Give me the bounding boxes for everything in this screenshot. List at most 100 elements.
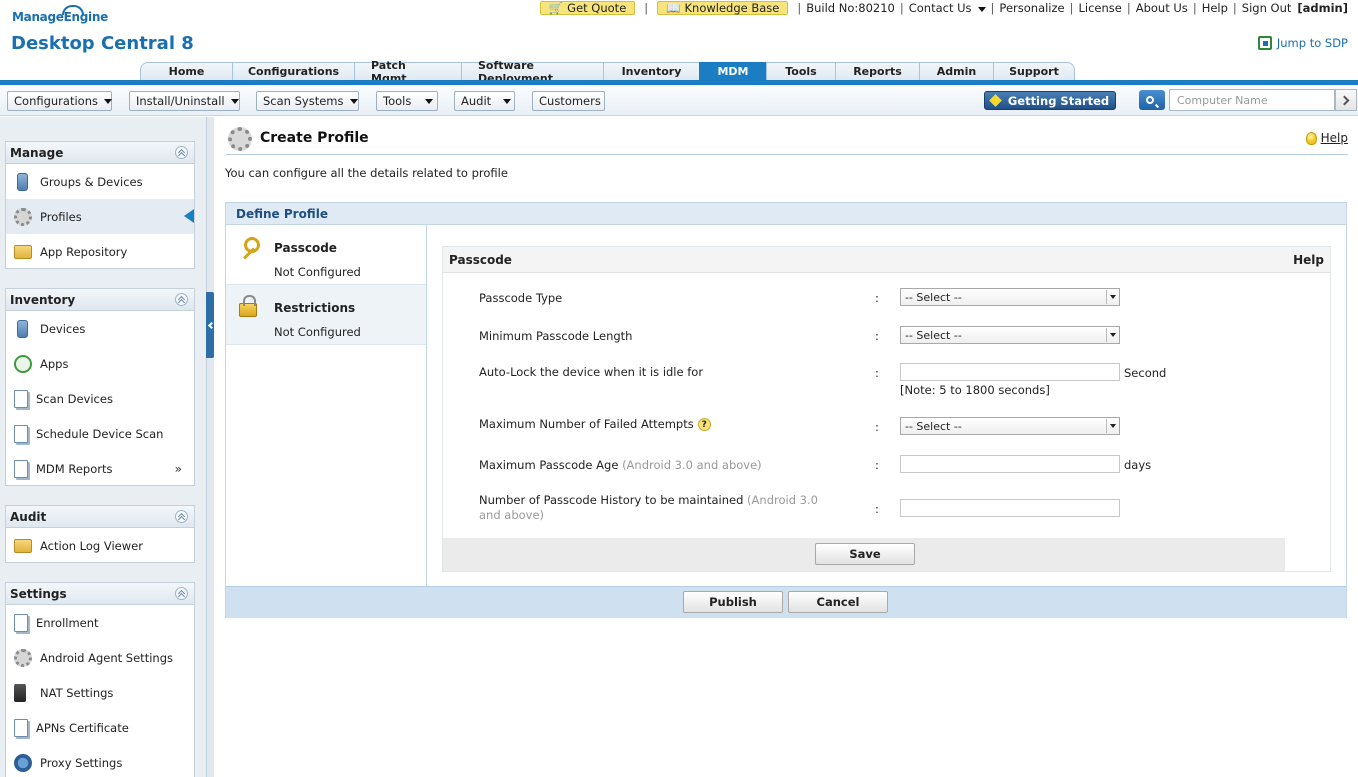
chevron-down-icon (977, 7, 986, 12)
collapse-icon[interactable] (175, 510, 188, 523)
min-passcode-length-label: Minimum Passcode Length (479, 329, 633, 343)
tab-patch-mgmt[interactable]: Patch Mgmt (354, 59, 462, 85)
personalize-link[interactable]: Personalize (999, 1, 1064, 15)
help-link[interactable]: Help (1202, 1, 1228, 15)
sidebar-item-profiles[interactable]: Profiles (6, 199, 194, 234)
search-type-button[interactable] (1139, 90, 1165, 110)
sidebar-item-schedule-device-scan[interactable]: Schedule Device Scan (6, 416, 194, 451)
panel-header[interactable]: Inventory (6, 289, 194, 311)
diamond-icon (988, 94, 1002, 107)
payload-restrictions[interactable]: Restrictions Not Configured (226, 285, 426, 345)
scan-icon (14, 389, 28, 408)
panel-header[interactable]: Manage (6, 142, 194, 164)
collapse-icon[interactable] (175, 587, 188, 600)
chevron-down-icon (425, 98, 434, 104)
report-icon (14, 459, 28, 478)
tab-admin[interactable]: Admin (919, 62, 994, 80)
customers-button[interactable]: Customers (532, 91, 605, 111)
expand-icon[interactable]: » (175, 462, 182, 476)
payload-status: Not Configured (274, 325, 361, 339)
collapse-icon[interactable] (175, 146, 188, 159)
search-go-button[interactable] (1335, 89, 1357, 111)
question-mark-icon[interactable]: ? (697, 418, 711, 431)
passcode-history-input[interactable] (900, 499, 1120, 517)
brand-logo[interactable]: ManageEngine (12, 5, 108, 24)
page-description: You can configure all the details relate… (225, 166, 508, 180)
title-divider (226, 154, 1348, 155)
tab-inventory[interactable]: Inventory (603, 62, 700, 80)
sidebar-item-devices[interactable]: Devices (6, 311, 194, 346)
chevron-down-icon (103, 98, 112, 104)
sidebar-item-apps[interactable]: Apps (6, 346, 194, 381)
sidebar-item-android-agent-settings[interactable]: Android Agent Settings (6, 640, 194, 675)
sidebar-item-scan-devices[interactable]: Scan Devices (6, 381, 194, 416)
tab-tools[interactable]: Tools (766, 62, 836, 80)
tab-home[interactable]: Home (140, 62, 233, 80)
audit-panel: Audit Action Log Viewer (5, 505, 195, 563)
audit-menu[interactable]: Audit (454, 91, 515, 111)
device-icon (17, 319, 28, 338)
passcode-type-select[interactable]: -- Select -- (900, 288, 1120, 306)
passcode-help-link[interactable]: Help (1293, 253, 1324, 267)
knowledge-base-button[interactable]: 📖 Knowledge Base (657, 1, 789, 15)
auto-lock-input[interactable] (900, 363, 1120, 381)
publish-button[interactable]: Publish (683, 591, 783, 613)
sidebar-item-mdm-reports[interactable]: MDM Reports» (6, 451, 194, 486)
chevron-down-icon (1106, 419, 1118, 433)
tab-reports[interactable]: Reports (835, 62, 920, 80)
sign-out-link[interactable]: Sign Out (1242, 1, 1292, 15)
get-quote-button[interactable]: 🛒 Get Quote (539, 1, 636, 15)
min-passcode-length-select[interactable]: -- Select -- (900, 326, 1120, 344)
tab-mdm[interactable]: MDM (699, 62, 767, 80)
jump-to-sdp-link[interactable]: Jump to SDP (1257, 36, 1348, 50)
sidebar-item-enrollment[interactable]: Enrollment (6, 605, 194, 640)
computer-search-input[interactable] (1169, 89, 1335, 111)
configurations-menu[interactable]: Configurations (7, 91, 112, 111)
save-bar: Save (443, 538, 1285, 571)
about-us-link[interactable]: About Us (1136, 1, 1188, 15)
tab-configurations[interactable]: Configurations (232, 62, 355, 80)
sidebar-item-apns-certificate[interactable]: APNs Certificate (6, 710, 194, 745)
sidebar-item-action-log-viewer[interactable]: Action Log Viewer (6, 528, 194, 563)
panel-header[interactable]: Settings (6, 583, 194, 605)
page-title: Create Profile (260, 130, 369, 146)
license-link[interactable]: License (1079, 1, 1122, 15)
lightbulb-icon (1305, 131, 1317, 145)
inventory-panel: Inventory Devices Apps Scan Devices Sche… (5, 288, 195, 486)
chevron-down-icon (230, 98, 239, 104)
save-button[interactable]: Save (815, 543, 915, 565)
top-links: 🛒 Get Quote | 📖 Knowledge Base | Build N… (536, 1, 1348, 15)
action-bar: Publish Cancel (226, 586, 1346, 618)
scan-systems-menu[interactable]: Scan Systems (256, 91, 359, 111)
tab-software-deployment[interactable]: Software Deployment (461, 59, 604, 85)
sidebar-item-groups-devices[interactable]: Groups & Devices (6, 164, 194, 199)
proxy-icon (14, 753, 32, 772)
tab-support[interactable]: Support (993, 62, 1075, 80)
max-failed-attempts-label: Maximum Number of Failed Attempts? (479, 417, 711, 431)
logo-arc-icon (62, 5, 84, 15)
sdp-icon (1257, 36, 1272, 50)
sidebar-item-app-repository[interactable]: App Repository (6, 234, 194, 269)
chevron-down-icon (349, 98, 358, 104)
collapse-sidebar-button[interactable] (206, 292, 215, 358)
collapse-icon[interactable] (175, 293, 188, 306)
cancel-button[interactable]: Cancel (788, 591, 888, 613)
chevron-down-icon (1106, 328, 1118, 342)
install-uninstall-menu[interactable]: Install/Uninstall (129, 91, 240, 111)
sidebar-item-nat-settings[interactable]: NAT Settings (6, 675, 194, 710)
passcode-header: Passcode Help (443, 247, 1330, 273)
max-passcode-age-input[interactable] (900, 455, 1120, 473)
panel-header[interactable]: Audit (6, 506, 194, 528)
log-folder-icon (14, 538, 32, 553)
tools-menu[interactable]: Tools (376, 91, 438, 111)
getting-started-button[interactable]: Getting Started (984, 91, 1116, 110)
page-help-link[interactable]: Help (1305, 131, 1348, 145)
server-icon (14, 683, 26, 702)
max-failed-attempts-select[interactable]: -- Select -- (900, 417, 1120, 435)
payload-passcode[interactable]: Passcode Not Configured (226, 225, 426, 285)
contact-us-link[interactable]: Contact Us (909, 1, 986, 15)
profile-payload-nav: Passcode Not Configured Restrictions Not… (226, 225, 427, 586)
sidebar-item-proxy-settings[interactable]: Proxy Settings (6, 745, 194, 777)
chevron-down-icon (1106, 290, 1118, 304)
sidebar-splitter[interactable] (206, 117, 214, 777)
